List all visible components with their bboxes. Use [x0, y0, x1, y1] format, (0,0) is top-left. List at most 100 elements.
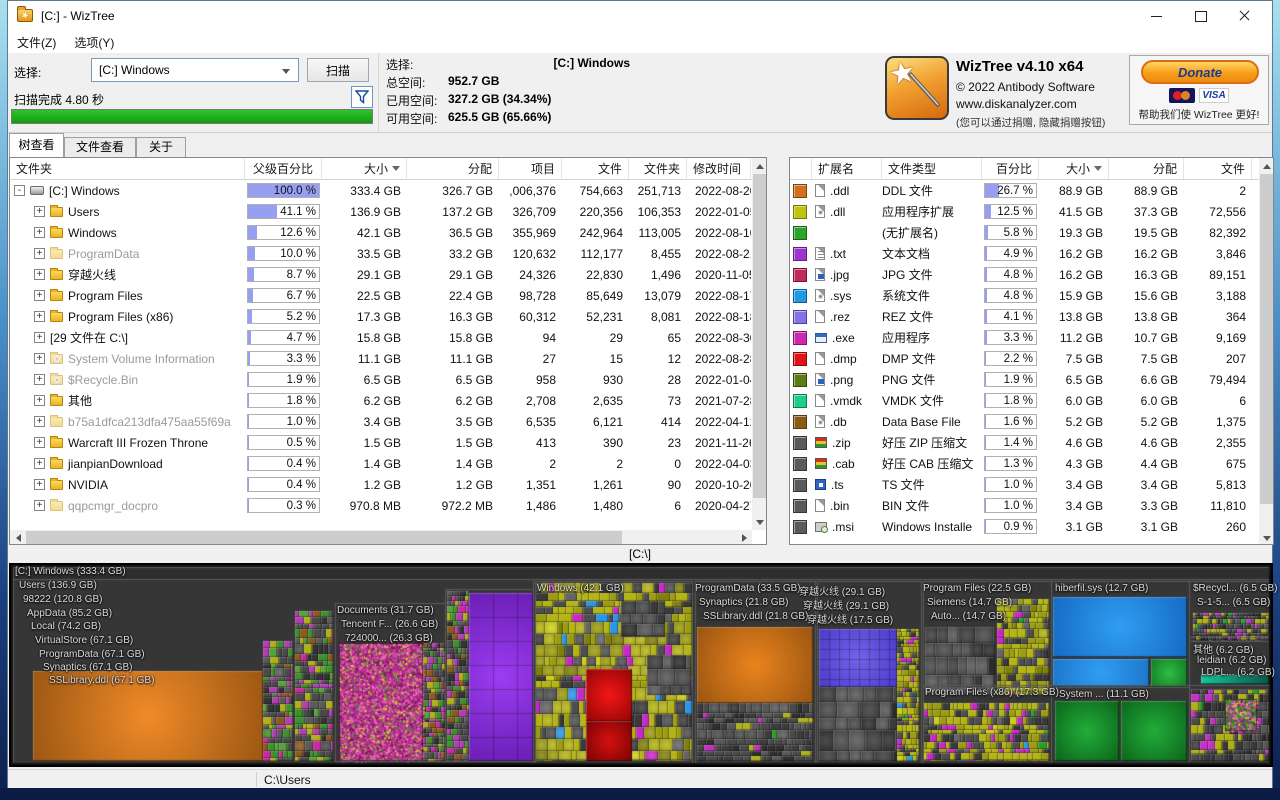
ext-row[interactable]: .sys系统文件4.8 %15.9 GB15.6 GB3,188: [790, 285, 1273, 306]
ext-row[interactable]: .ddlDDL 文件26.7 %88.9 GB88.9 GB2: [790, 180, 1273, 201]
col-header-swatch[interactable]: [790, 158, 812, 179]
expander-icon[interactable]: -: [14, 185, 25, 196]
ext-row[interactable]: .rezREZ 文件4.1 %13.8 GB13.8 GB364: [790, 306, 1273, 327]
treemap-label[interactable]: Siemens (14.7 GB): [927, 597, 1012, 608]
treemap-label[interactable]: LDPL... (6.2 GB): [1201, 667, 1275, 678]
scroll-thumb[interactable]: [753, 174, 767, 498]
col-header-files[interactable]: 文件: [562, 158, 629, 179]
tab-1[interactable]: 文件查看: [64, 137, 136, 158]
scroll-up-arrow[interactable]: [1259, 158, 1274, 174]
col-header-files2[interactable]: 文件: [1184, 158, 1252, 179]
scroll-left-arrow[interactable]: [10, 530, 26, 545]
donate-button[interactable]: Donate: [1141, 60, 1259, 84]
tree-row[interactable]: +System Volume Information3.3 %11.1 GB11…: [10, 348, 766, 369]
scroll-thumb[interactable]: [1260, 174, 1274, 504]
tree-row[interactable]: +$Recycle.Bin1.9 %6.5 GB6.5 GB9589302820…: [10, 369, 766, 390]
treemap-label[interactable]: 穿越火线 (29.1 GB): [803, 597, 889, 612]
col-header-parent-pct[interactable]: 父级百分比: [245, 158, 322, 179]
scroll-right-arrow[interactable]: [736, 530, 752, 545]
treemap-label[interactable]: SSLibrary.ddl (21.8 GB): [703, 611, 808, 622]
tab-0[interactable]: 树查看: [9, 133, 64, 157]
menu-item-0[interactable]: 文件(Z): [8, 31, 65, 53]
ext-vscrollbar[interactable]: [1259, 158, 1274, 545]
col-header-modified[interactable]: 修改时间: [687, 158, 751, 179]
treemap-canvas[interactable]: [11, 565, 1271, 765]
expander-icon[interactable]: +: [34, 269, 45, 280]
scroll-thumb[interactable]: [26, 531, 622, 545]
tree-row[interactable]: +其他1.8 %6.2 GB6.2 GB2,7082,635732021-07-…: [10, 390, 766, 411]
drive-select-dropdown[interactable]: [C:] Windows: [91, 58, 299, 82]
scan-button[interactable]: 扫描: [307, 58, 369, 82]
expander-icon[interactable]: +: [34, 311, 45, 322]
col-header-items[interactable]: 项目: [499, 158, 562, 179]
expander-icon[interactable]: +: [34, 227, 45, 238]
col-header-size2[interactable]: 大小: [1039, 158, 1109, 179]
ext-row[interactable]: .vmdkVMDK 文件1.8 %6.0 GB6.0 GB6: [790, 390, 1273, 411]
treemap[interactable]: [C:] Windows (333.4 GB)Users (136.9 GB)9…: [9, 563, 1273, 767]
treemap-label[interactable]: Local (74.2 GB): [31, 621, 101, 632]
treemap-label[interactable]: 其他 (6.2 GB): [1193, 641, 1254, 656]
expander-icon[interactable]: +: [34, 416, 45, 427]
col-header-folders[interactable]: 文件夹: [629, 158, 687, 179]
treemap-label[interactable]: 724000... (26.3 GB): [345, 633, 433, 644]
ext-row[interactable]: .jpgJPG 文件4.8 %16.2 GB16.3 GB89,151: [790, 264, 1273, 285]
tree-row[interactable]: +qqpcmgr_docpro0.3 %970.8 MB972.2 MB1,48…: [10, 495, 766, 516]
treemap-label[interactable]: Synaptics (21.8 GB): [699, 597, 788, 608]
treemap-label[interactable]: S-1-5... (6.5 GB): [1197, 597, 1270, 608]
ext-row[interactable]: .txt文本文档4.9 %16.2 GB16.2 GB3,846: [790, 243, 1273, 264]
treemap-label[interactable]: Program Files (22.5 GB): [923, 583, 1031, 594]
expander-icon[interactable]: +: [34, 290, 45, 301]
ext-row[interactable]: .pngPNG 文件1.9 %6.5 GB6.6 GB79,494: [790, 369, 1273, 390]
treemap-label[interactable]: 穿越火线 (17.5 GB): [807, 611, 893, 626]
treemap-label[interactable]: Auto... (14.7 GB): [931, 611, 1006, 622]
col-header-type[interactable]: 文件类型: [882, 158, 982, 179]
tree-row[interactable]: +NVIDIA0.4 %1.2 GB1.2 GB1,3511,261902020…: [10, 474, 766, 495]
expander-icon[interactable]: +: [34, 374, 45, 385]
treemap-label[interactable]: Users (136.9 GB): [19, 580, 97, 591]
tree-row[interactable]: -[C:] Windows100.0 %333.4 GB326.7 GB,006…: [10, 180, 766, 201]
treemap-label[interactable]: AppData (85.2 GB): [27, 608, 112, 619]
tree-row[interactable]: +jianpianDownload0.4 %1.4 GB1.4 GB220202…: [10, 453, 766, 474]
expander-icon[interactable]: +: [34, 206, 45, 217]
col-header-alloc[interactable]: 分配: [407, 158, 499, 179]
tree-row[interactable]: +Users41.1 %136.9 GB137.2 GB326,709220,3…: [10, 201, 766, 222]
maximize-button[interactable]: [1178, 1, 1222, 31]
treemap-label[interactable]: [C:] Windows (333.4 GB): [15, 566, 126, 577]
treemap-label[interactable]: leidian (6.2 GB): [1197, 655, 1266, 666]
tree-vscrollbar[interactable]: [752, 158, 767, 530]
col-header-pct[interactable]: 百分比: [982, 158, 1039, 179]
treemap-label[interactable]: ProgramData (67.1 GB): [39, 649, 145, 660]
tree-row[interactable]: +Program Files6.7 %22.5 GB22.4 GB98,7288…: [10, 285, 766, 306]
tree-hscrollbar[interactable]: [10, 530, 752, 545]
treemap-label[interactable]: System ... (11.1 GB): [1059, 689, 1149, 700]
tree-row[interactable]: +穿越火线8.7 %29.1 GB29.1 GB24,32622,8301,49…: [10, 264, 766, 285]
close-button[interactable]: [1222, 1, 1266, 31]
ext-row[interactable]: .exe应用程序3.3 %11.2 GB10.7 GB9,169: [790, 327, 1273, 348]
tree-row[interactable]: +Program Files (x86)5.2 %17.3 GB16.3 GB6…: [10, 306, 766, 327]
brand-website[interactable]: www.diskanalyzer.com: [956, 97, 1077, 111]
expander-icon[interactable]: +: [34, 500, 45, 511]
expander-icon[interactable]: +: [34, 353, 45, 364]
tree-row[interactable]: +ProgramData10.0 %33.5 GB33.2 GB120,6321…: [10, 243, 766, 264]
tab-2[interactable]: 关于: [136, 137, 186, 158]
expander-icon[interactable]: +: [34, 395, 45, 406]
col-header-alloc2[interactable]: 分配: [1109, 158, 1184, 179]
tree-row[interactable]: +Warcraft III Frozen Throne0.5 %1.5 GB1.…: [10, 432, 766, 453]
tree-row[interactable]: +[29 文件在 C:\]4.7 %15.8 GB15.8 GB94296520…: [10, 327, 766, 348]
minimize-button[interactable]: [1134, 1, 1178, 31]
tree-row[interactable]: +b75a1dfca213dfa475aa55f69a1.0 %3.4 GB3.…: [10, 411, 766, 432]
treemap-label[interactable]: Synaptics (67.1 GB): [43, 662, 132, 673]
treemap-label[interactable]: $Recycl... (6.5 GB): [1193, 583, 1277, 594]
col-header-folder[interactable]: 文件夹: [10, 158, 245, 179]
scroll-down-arrow[interactable]: [1259, 530, 1274, 545]
ext-row[interactable]: .cab好压 CAB 压缩文1.3 %4.3 GB4.4 GB675: [790, 453, 1273, 474]
ext-row[interactable]: (无扩展名)5.8 %19.3 GB19.5 GB82,392: [790, 222, 1273, 243]
ext-row[interactable]: .dll应用程序扩展12.5 %41.5 GB37.3 GB72,556: [790, 201, 1273, 222]
expander-icon[interactable]: +: [34, 248, 45, 259]
expander-icon[interactable]: +: [34, 437, 45, 448]
ext-row[interactable]: .tsTS 文件1.0 %3.4 GB3.4 GB5,813: [790, 474, 1273, 495]
ext-row[interactable]: .binBIN 文件1.0 %3.4 GB3.3 GB11,810: [790, 495, 1273, 516]
expander-icon[interactable]: +: [34, 458, 45, 469]
expander-icon[interactable]: +: [34, 332, 45, 343]
treemap-label[interactable]: VirtualStore (67.1 GB): [35, 635, 133, 646]
